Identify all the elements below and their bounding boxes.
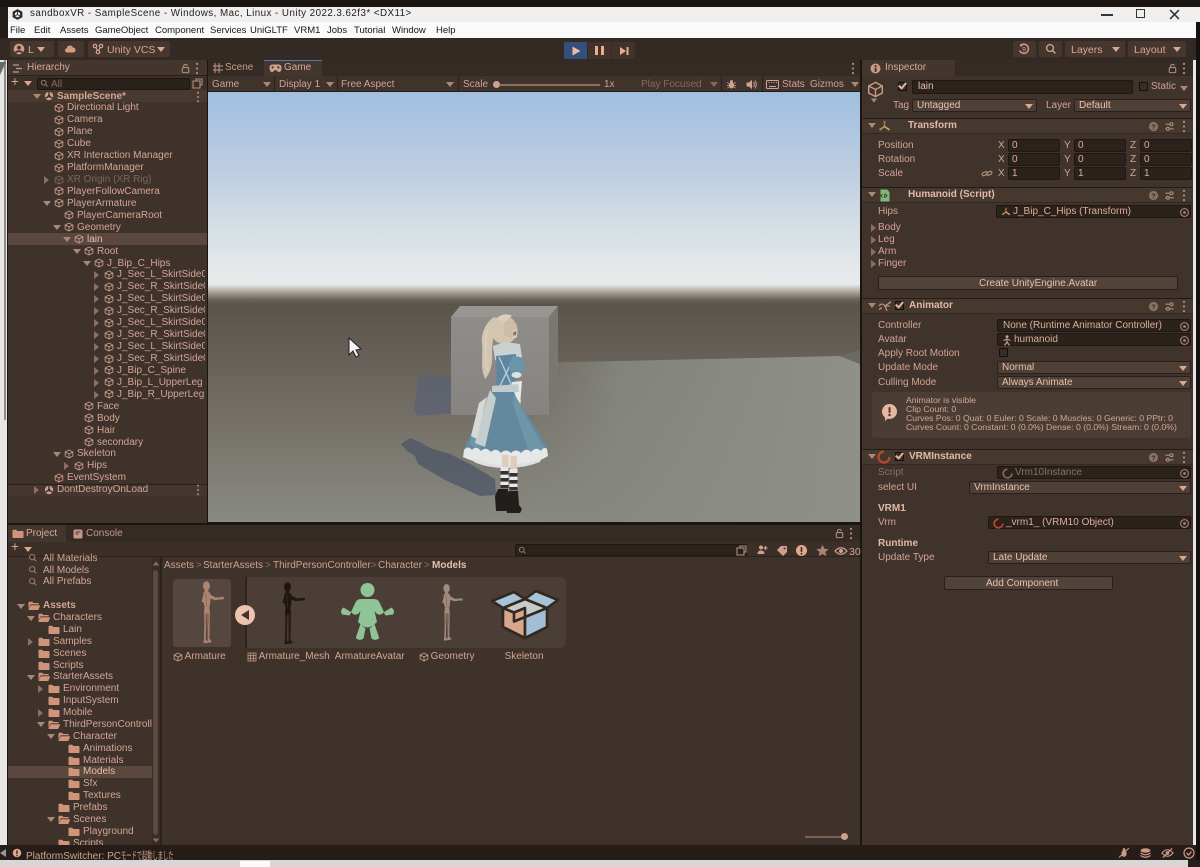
svg-text:9: 9: [1022, 47, 1026, 54]
